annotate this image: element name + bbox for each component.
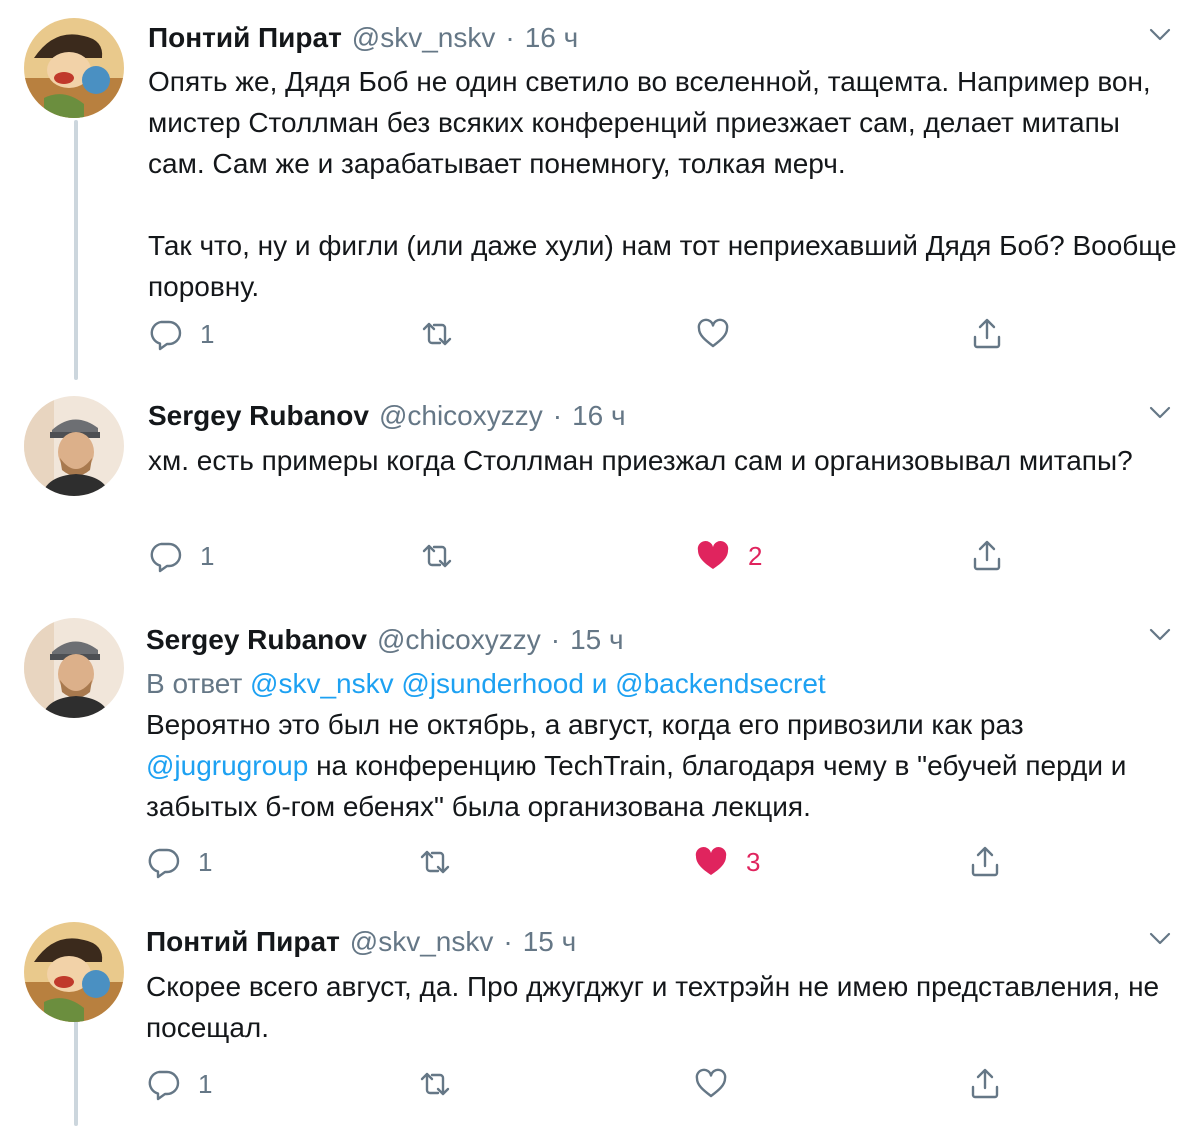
share-icon — [971, 1068, 999, 1099]
tweet[interactable]: Sergey Rubanov @chicoxyzzy · 15 ч В отве… — [0, 600, 1200, 906]
tweet-paragraph: Скорее всего август, да. Про джугджуг и … — [146, 971, 1160, 1043]
reply-button[interactable]: 1 — [148, 534, 214, 578]
reply-button[interactable]: 1 — [146, 840, 212, 884]
reply-icon — [150, 542, 182, 573]
like-button[interactable]: 2 — [696, 534, 762, 578]
timestamp[interactable]: 16 ч — [525, 22, 579, 54]
retweet-icon — [422, 322, 452, 346]
author-name[interactable]: Понтий Пират — [148, 22, 342, 54]
avatar-sergey[interactable] — [24, 618, 124, 718]
reply-prefix: В ответ — [146, 668, 243, 699]
reply-icon — [148, 848, 180, 879]
timestamp[interactable]: 15 ч — [570, 624, 624, 656]
separator-dot: · — [552, 400, 563, 431]
tweet[interactable]: Понтий Пират @skv_nskv · 16 ч Опять же, … — [0, 0, 1200, 380]
like-button[interactable]: 3 — [694, 840, 760, 884]
author-name[interactable]: Sergey Rubanov — [148, 400, 369, 432]
avatar-sergey-image — [24, 396, 124, 496]
author-handle[interactable]: @skv_nskv — [352, 22, 496, 54]
avatar-sergey[interactable] — [24, 396, 124, 496]
avatar-pirate[interactable] — [24, 18, 124, 118]
reply-count: 1 — [198, 1068, 213, 1099]
share-button[interactable] — [970, 534, 1004, 578]
author-name[interactable]: Sergey Rubanov — [146, 624, 367, 656]
tweet-text: Опять же, Дядя Боб не один светило во вс… — [148, 61, 1178, 307]
separator-dot: · — [503, 926, 513, 957]
text-segment: Вероятно это был не октябрь, а август, к… — [146, 709, 1024, 740]
reply-icon — [148, 1070, 180, 1101]
share-icon — [971, 846, 999, 877]
mention-link[interactable]: @jsunderhood — [401, 668, 584, 699]
retweet-button[interactable] — [420, 534, 454, 578]
like-button[interactable] — [694, 1062, 746, 1106]
tweet-actions: 1 — [0, 312, 1200, 356]
like-count: 2 — [748, 540, 763, 571]
reply-icon — [150, 320, 182, 351]
mention-link[interactable]: @jugrugroup — [146, 750, 308, 781]
share-button[interactable] — [968, 840, 1002, 884]
separator-dot: · — [550, 624, 561, 655]
heart-outline-icon — [697, 318, 729, 348]
tweet-actions: 1 — [0, 1062, 1200, 1106]
author-handle[interactable]: @skv_nskv — [350, 926, 494, 958]
reply-button[interactable]: 1 — [146, 1062, 212, 1106]
author-handle[interactable]: @chicoxyzzy — [379, 400, 543, 432]
share-icon — [973, 318, 1001, 349]
like-count: 3 — [746, 846, 761, 877]
author-name[interactable]: Понтий Пират — [146, 926, 340, 958]
timestamp[interactable]: 16 ч — [572, 400, 626, 432]
chevron-down-icon[interactable] — [1144, 396, 1176, 428]
retweet-button[interactable] — [418, 840, 452, 884]
heart-filled-icon — [697, 541, 729, 569]
share-button[interactable] — [970, 312, 1004, 356]
tweet[interactable]: Sergey Rubanov @chicoxyzzy · 16 ч хм. ес… — [0, 380, 1200, 600]
tweet-text: хм. есть примеры когда Столлман приезжал… — [148, 440, 1178, 481]
tweet-paragraph: Опять же, Дядя Боб не один светило во вс… — [148, 66, 1151, 179]
reply-count: 1 — [198, 846, 213, 877]
retweet-icon — [422, 544, 452, 568]
tweet-text: Вероятно это был не октябрь, а август, к… — [146, 704, 1176, 827]
tweet-text: Скорее всего август, да. Про джугджуг и … — [146, 966, 1176, 1048]
timestamp[interactable]: 15 ч — [523, 926, 577, 958]
separator-dot: · — [505, 22, 515, 53]
avatar-sergey-image — [24, 618, 124, 718]
chevron-down-icon[interactable] — [1144, 18, 1176, 50]
chevron-down-icon[interactable] — [1144, 618, 1176, 650]
heart-filled-icon — [695, 847, 727, 875]
author-handle[interactable]: @chicoxyzzy — [377, 624, 541, 656]
reply-conjunction: и — [591, 668, 608, 699]
share-icon — [973, 540, 1001, 571]
chevron-down-icon[interactable] — [1144, 922, 1176, 954]
tweet-actions: 1 3 — [0, 840, 1200, 884]
reply-button[interactable]: 1 — [148, 312, 214, 356]
avatar-pirate-image — [24, 18, 124, 118]
mention-link[interactable]: @backendsecret — [615, 668, 826, 699]
share-button[interactable] — [968, 1062, 1002, 1106]
reply-context: В ответ @skv_nskv @jsunderhood и @backen… — [146, 664, 826, 704]
retweet-icon — [420, 1072, 450, 1096]
avatar-pirate-image — [24, 922, 124, 1022]
mention-link[interactable]: @skv_nskv — [250, 668, 394, 699]
heart-outline-icon — [695, 1068, 727, 1098]
tweet-actions: 1 2 — [0, 534, 1200, 578]
tweet-paragraph: Вероятно это был не октябрь, а август, к… — [146, 704, 1176, 827]
retweet-button[interactable] — [418, 1062, 452, 1106]
like-button[interactable] — [696, 312, 748, 356]
retweet-icon — [420, 850, 450, 874]
tweet-paragraph: хм. есть примеры когда Столлман приезжал… — [148, 445, 1133, 476]
tweet-paragraph: Так что, ну и фигли (или даже хули) нам … — [148, 230, 1177, 302]
tweet[interactable]: Понтий Пират @skv_nskv · 15 ч Скорее все… — [0, 906, 1200, 1126]
retweet-button[interactable] — [420, 312, 454, 356]
reply-count: 1 — [200, 318, 215, 349]
avatar-pirate[interactable] — [24, 922, 124, 1022]
reply-count: 1 — [200, 540, 215, 571]
